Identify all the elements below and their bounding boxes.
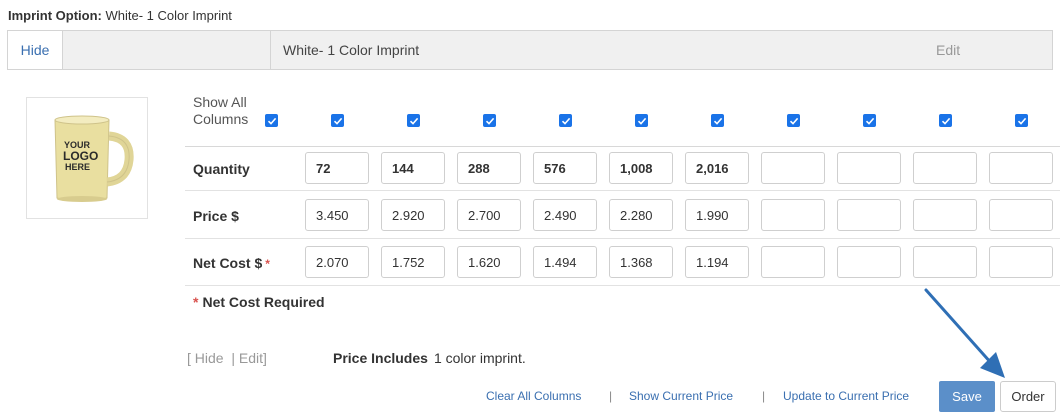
hide-link[interactable]: Hide [195, 350, 224, 366]
net-cost-input-9[interactable] [913, 246, 977, 278]
show-all-columns-label: Show All Columns [193, 94, 248, 128]
price-input-5[interactable]: 2.280 [609, 199, 673, 231]
clear-all-columns-link[interactable]: Clear All Columns [486, 389, 581, 403]
column-checkbox-6[interactable] [711, 114, 724, 127]
order-button[interactable]: Order [1000, 381, 1056, 412]
quantity-input-3[interactable]: 288 [457, 152, 521, 184]
show-current-price-link[interactable]: Show Current Price [629, 389, 733, 403]
header-hide-link[interactable]: Hide [8, 31, 63, 69]
net-cost-input-4[interactable]: 1.494 [533, 246, 597, 278]
bracket-close: ] [263, 350, 267, 366]
mug-image-icon: YOUR LOGO HERE [54, 115, 134, 202]
show-all-columns-checkbox[interactable] [265, 114, 278, 127]
imprint-option-title: Imprint Option: White- 1 Color Imprint [8, 8, 232, 23]
link-separator: | [762, 389, 766, 403]
show-all-line2: Columns [193, 111, 249, 127]
price-includes-label: Price Includes [333, 350, 428, 366]
header-imprint-name: White- 1 Color Imprint [270, 31, 970, 69]
column-checkbox-2[interactable] [407, 114, 420, 127]
net-cost-input-7[interactable] [761, 246, 825, 278]
net-cost-input-8[interactable] [837, 246, 901, 278]
pipe-separator: | [231, 350, 235, 366]
quantity-input-6[interactable]: 2,016 [685, 152, 749, 184]
price-input-9[interactable] [913, 199, 977, 231]
column-checkbox-7[interactable] [787, 114, 800, 127]
column-checkbox-8[interactable] [863, 114, 876, 127]
hide-edit-links: [ Hide | Edit] [187, 350, 267, 366]
quantity-input-9[interactable] [913, 152, 977, 184]
imprint-option-value: White- 1 Color Imprint [105, 8, 232, 23]
net-cost-label-text: Net Cost $ [193, 255, 263, 271]
edit-link[interactable]: Edit [239, 350, 263, 366]
price-input-6[interactable]: 1.990 [685, 199, 749, 231]
net-cost-required-note: * Net Cost Required [193, 294, 325, 310]
row-divider [185, 190, 1060, 191]
row-divider [185, 238, 1060, 239]
header-edit-link[interactable]: Edit [936, 31, 960, 69]
save-button[interactable]: Save [939, 381, 995, 412]
net-cost-required-text: Net Cost Required [202, 294, 325, 310]
logo-line2: LOGO [63, 149, 98, 163]
pointer-arrow-icon [924, 288, 1005, 378]
price-input-7[interactable] [761, 199, 825, 231]
net-cost-input-5[interactable]: 1.368 [609, 246, 673, 278]
price-input-8[interactable] [837, 199, 901, 231]
net-cost-input-6[interactable]: 1.194 [685, 246, 749, 278]
column-checkbox-4[interactable] [559, 114, 572, 127]
update-to-current-price-link[interactable]: Update to Current Price [783, 389, 909, 403]
product-image: YOUR LOGO HERE [26, 97, 148, 219]
net-cost-input-2[interactable]: 1.752 [381, 246, 445, 278]
row-divider [185, 146, 1060, 147]
column-checkbox-9[interactable] [939, 114, 952, 127]
bracket-open: [ [187, 350, 191, 366]
show-all-line1: Show All [193, 94, 247, 110]
quantity-input-8[interactable] [837, 152, 901, 184]
price-includes-value: 1 color imprint. [433, 350, 526, 366]
net-cost-label: Net Cost $ * [193, 255, 270, 271]
logo-line3: HERE [65, 162, 90, 172]
price-input-1[interactable]: 3.450 [305, 199, 369, 231]
quantity-input-10[interactable] [989, 152, 1053, 184]
column-checkbox-1[interactable] [331, 114, 344, 127]
quantity-input-4[interactable]: 576 [533, 152, 597, 184]
imprint-option-label: Imprint Option: [8, 8, 102, 23]
imprint-header-bar: Hide White- 1 Color Imprint Edit [7, 30, 1053, 70]
quantity-input-1[interactable]: 72 [305, 152, 369, 184]
quantity-input-7[interactable] [761, 152, 825, 184]
price-includes: Price Includes 1 color imprint. [333, 350, 526, 366]
net-cost-input-3[interactable]: 1.620 [457, 246, 521, 278]
column-checkbox-10[interactable] [1015, 114, 1028, 127]
price-label: Price $ [193, 208, 239, 224]
required-star: * [265, 257, 270, 271]
required-star: * [193, 294, 199, 310]
price-input-4[interactable]: 2.490 [533, 199, 597, 231]
price-input-3[interactable]: 2.700 [457, 199, 521, 231]
net-cost-input-1[interactable]: 2.070 [305, 246, 369, 278]
row-divider [185, 285, 1060, 286]
price-input-2[interactable]: 2.920 [381, 199, 445, 231]
net-cost-input-10[interactable] [989, 246, 1053, 278]
column-checkbox-5[interactable] [635, 114, 648, 127]
quantity-label: Quantity [193, 161, 250, 177]
price-input-10[interactable] [989, 199, 1053, 231]
link-separator: | [609, 389, 613, 403]
column-checkbox-3[interactable] [483, 114, 496, 127]
quantity-input-5[interactable]: 1,008 [609, 152, 673, 184]
quantity-input-2[interactable]: 144 [381, 152, 445, 184]
